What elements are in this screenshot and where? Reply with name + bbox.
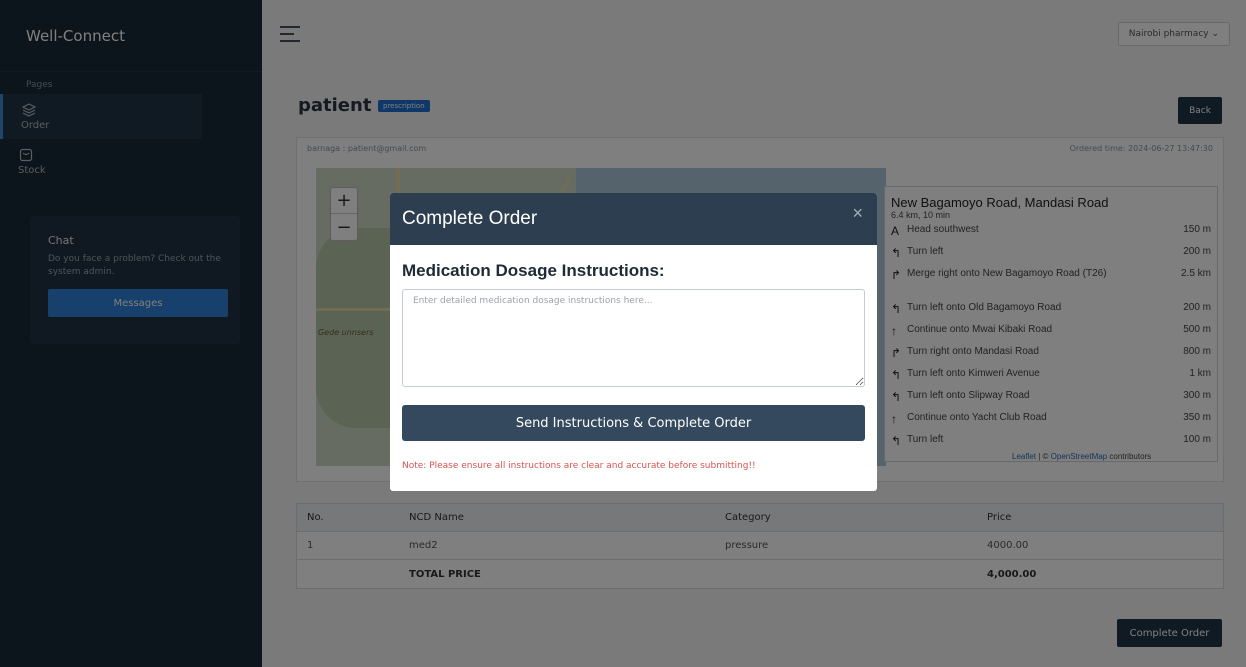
complete-order-modal: Complete Order × Medication Dosage Instr… bbox=[390, 193, 877, 491]
dosage-label: Medication Dosage Instructions: bbox=[402, 261, 665, 280]
send-instructions-button[interactable]: Send Instructions & Complete Order bbox=[402, 405, 865, 441]
modal-title: Complete Order bbox=[402, 208, 538, 229]
modal-header: Complete Order × bbox=[390, 193, 877, 245]
modal-note: Note: Please ensure all instructions are… bbox=[402, 461, 756, 471]
close-icon[interactable]: × bbox=[852, 203, 863, 224]
dosage-instructions-input[interactable] bbox=[402, 289, 865, 387]
